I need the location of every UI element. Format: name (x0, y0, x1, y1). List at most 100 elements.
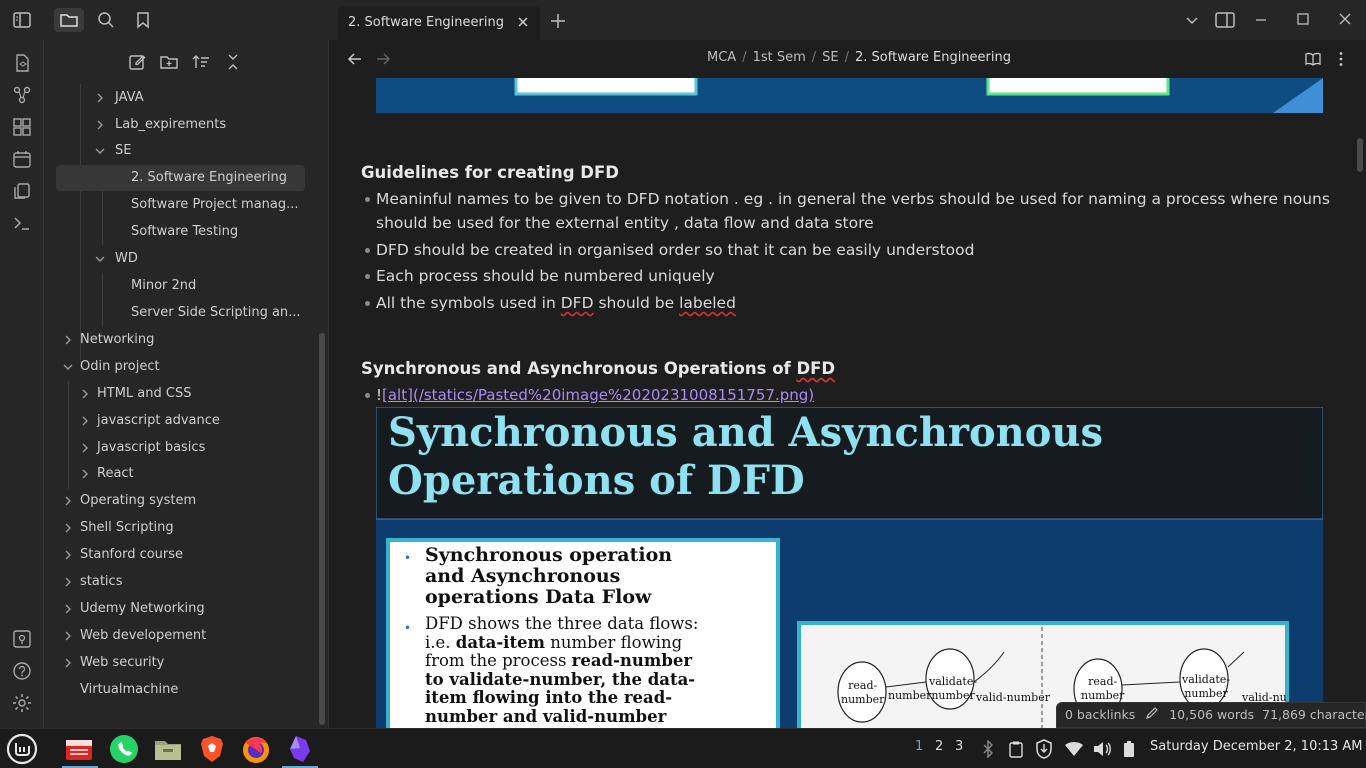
heading-sync-async: Synchronous and Asynchronous Operations … (361, 359, 836, 378)
bluetooth-icon[interactable] (980, 740, 996, 758)
quick-switcher-icon[interactable] (11, 52, 33, 74)
firefox-icon[interactable] (240, 733, 272, 765)
more-options-icon[interactable] (1332, 50, 1350, 68)
breadcrumb-item[interactable]: SE (822, 50, 838, 65)
workspace-3[interactable]: 3 (955, 739, 963, 754)
clock[interactable]: Saturday December 2, 10:13 AM (1150, 739, 1363, 754)
tree-folder-shell-scripting[interactable]: Shell Scripting (44, 515, 305, 541)
sidebar-scrollbar[interactable] (319, 333, 325, 725)
wifi-icon[interactable] (1064, 740, 1084, 758)
collapse-all-icon[interactable] (223, 52, 245, 74)
breadcrumb-item[interactable]: MCA (707, 50, 736, 65)
file-explorer: JAVA Lab_expirements SE 2. Software Engi… (44, 40, 329, 728)
whatsapp-icon[interactable] (108, 733, 140, 765)
maximize-icon[interactable] (1296, 12, 1310, 26)
chevron-right-icon (62, 657, 74, 669)
dfd-node: read-number (841, 679, 885, 706)
tree-folder-javascript-basics[interactable]: Javascript basics (44, 435, 305, 461)
tree-file-software-project-management[interactable]: Software Project manag... (56, 192, 305, 218)
tree-folder-web-security[interactable]: Web security (44, 650, 305, 676)
chevron-right-icon (62, 549, 74, 561)
list-item: DFD should be created in organised order… (365, 238, 1336, 262)
forward-arrow-icon[interactable] (374, 50, 392, 68)
chevron-right-icon (62, 334, 74, 346)
ribbon (0, 40, 44, 728)
tab-active-note[interactable]: 2. Software Engineering (338, 6, 540, 40)
close-tab-icon[interactable] (516, 15, 530, 29)
calendar-icon[interactable] (11, 148, 33, 170)
help-icon[interactable] (11, 660, 33, 682)
tree-folder-udemy-networking[interactable]: Udemy Networking (44, 596, 305, 622)
new-note-icon[interactable] (127, 52, 149, 74)
obsidian-icon[interactable] (284, 733, 316, 765)
list-item-embed[interactable]: ![alt](/statics/Pasted%20image%202023100… (365, 383, 1336, 407)
brave-browser-icon[interactable] (196, 733, 228, 765)
tree-file-virtualmachine[interactable]: Virtualmachine (44, 677, 305, 703)
minimize-icon[interactable] (1254, 12, 1268, 26)
tree-folder-react[interactable]: React (44, 461, 305, 487)
breadcrumb-item[interactable]: 1st Sem (753, 50, 806, 65)
volume-icon[interactable] (1092, 740, 1112, 758)
reading-view-book-icon[interactable] (1304, 50, 1322, 68)
workspace-2[interactable]: 2 (935, 739, 943, 754)
tree-file-minor-2nd[interactable]: Minor 2nd (56, 273, 305, 299)
sort-order-icon[interactable] (191, 52, 213, 74)
chevron-right-icon (62, 576, 74, 588)
new-tab-icon[interactable] (549, 12, 567, 30)
terminal-icon[interactable] (11, 212, 33, 234)
workspace-1[interactable]: 1 (915, 739, 923, 754)
tree-folder-wd[interactable]: WD (56, 246, 305, 272)
linux-mint-menu-icon[interactable] (6, 733, 38, 765)
bullet (365, 197, 370, 202)
chevron-right-icon (94, 92, 106, 104)
editor-scrollbar[interactable] (1357, 138, 1363, 172)
slide-bullet: • (404, 551, 412, 565)
copy-icon[interactable] (11, 180, 33, 202)
backlinks-count[interactable]: 0 backlinks (1065, 707, 1135, 722)
tree-file-software-testing[interactable]: Software Testing (56, 219, 305, 245)
chevron-right-icon (79, 468, 91, 480)
image-embed-link[interactable]: [alt](/statics/Pasted%20image%2020231008… (382, 386, 814, 404)
graph-view-icon[interactable] (11, 84, 33, 106)
tree-folder-networking[interactable]: Networking (44, 327, 305, 353)
search-icon[interactable] (94, 8, 118, 32)
new-folder-icon[interactable] (159, 52, 181, 74)
toggle-right-sidebar-icon[interactable] (1215, 11, 1235, 29)
tree-folder-odin-project[interactable]: Odin project (44, 354, 305, 380)
tree-folder-web-developement[interactable]: Web developement (44, 623, 305, 649)
battery-icon[interactable] (1122, 740, 1136, 758)
system-taskbar: 1 2 3 Saturday December 2, 10:13 AM (0, 728, 1366, 768)
slide-bullet: • (404, 621, 412, 635)
pencil-icon[interactable] (1139, 704, 1165, 728)
tree-folder-lab-expirements[interactable]: Lab_expirements (56, 112, 305, 138)
list-item: Meaninful names to be given to DFD notat… (365, 187, 1336, 235)
chevron-right-icon (79, 442, 91, 454)
dfd-edge-label: number (888, 689, 932, 702)
back-arrow-icon[interactable] (346, 50, 364, 68)
tree-folder-java[interactable]: JAVA (56, 85, 305, 111)
tree-file-server-side-scripting[interactable]: Server Side Scripting an... (56, 300, 305, 326)
bookmark-icon[interactable] (131, 8, 155, 32)
app-launcher-icon[interactable] (63, 733, 95, 765)
close-window-icon[interactable] (1338, 12, 1352, 26)
dfd-node: validate-number (929, 675, 978, 702)
list-item: Each process should be numbered uniquely (365, 264, 1336, 288)
tree-folder-se[interactable]: SE (56, 138, 305, 164)
tree-folder-operating-system[interactable]: Operating system (44, 488, 305, 514)
collapse-sidebar-icon[interactable] (10, 8, 34, 32)
tab-list-chevron-icon[interactable] (1184, 12, 1200, 28)
vault-help-icon[interactable] (11, 628, 33, 650)
breadcrumb-current[interactable]: 2. Software Engineering (855, 50, 1011, 65)
tree-folder-statics[interactable]: statics (44, 569, 305, 595)
slide-title: Synchronous and Asynchronous Operations … (388, 409, 1104, 504)
settings-gear-icon[interactable] (11, 692, 33, 714)
tree-file-software-engineering[interactable]: 2. Software Engineering (56, 165, 305, 191)
clipboard-icon[interactable] (1007, 740, 1025, 758)
files-icon[interactable] (54, 8, 84, 32)
file-manager-icon[interactable] (152, 733, 184, 765)
tree-folder-html-and-css[interactable]: HTML and CSS (44, 381, 305, 407)
tree-folder-javascript-advance[interactable]: javascript advance (44, 408, 305, 434)
tree-folder-stanford-course[interactable]: Stanford course (44, 542, 305, 568)
canvas-icon[interactable] (11, 116, 33, 138)
shield-update-icon[interactable] (1035, 739, 1053, 759)
